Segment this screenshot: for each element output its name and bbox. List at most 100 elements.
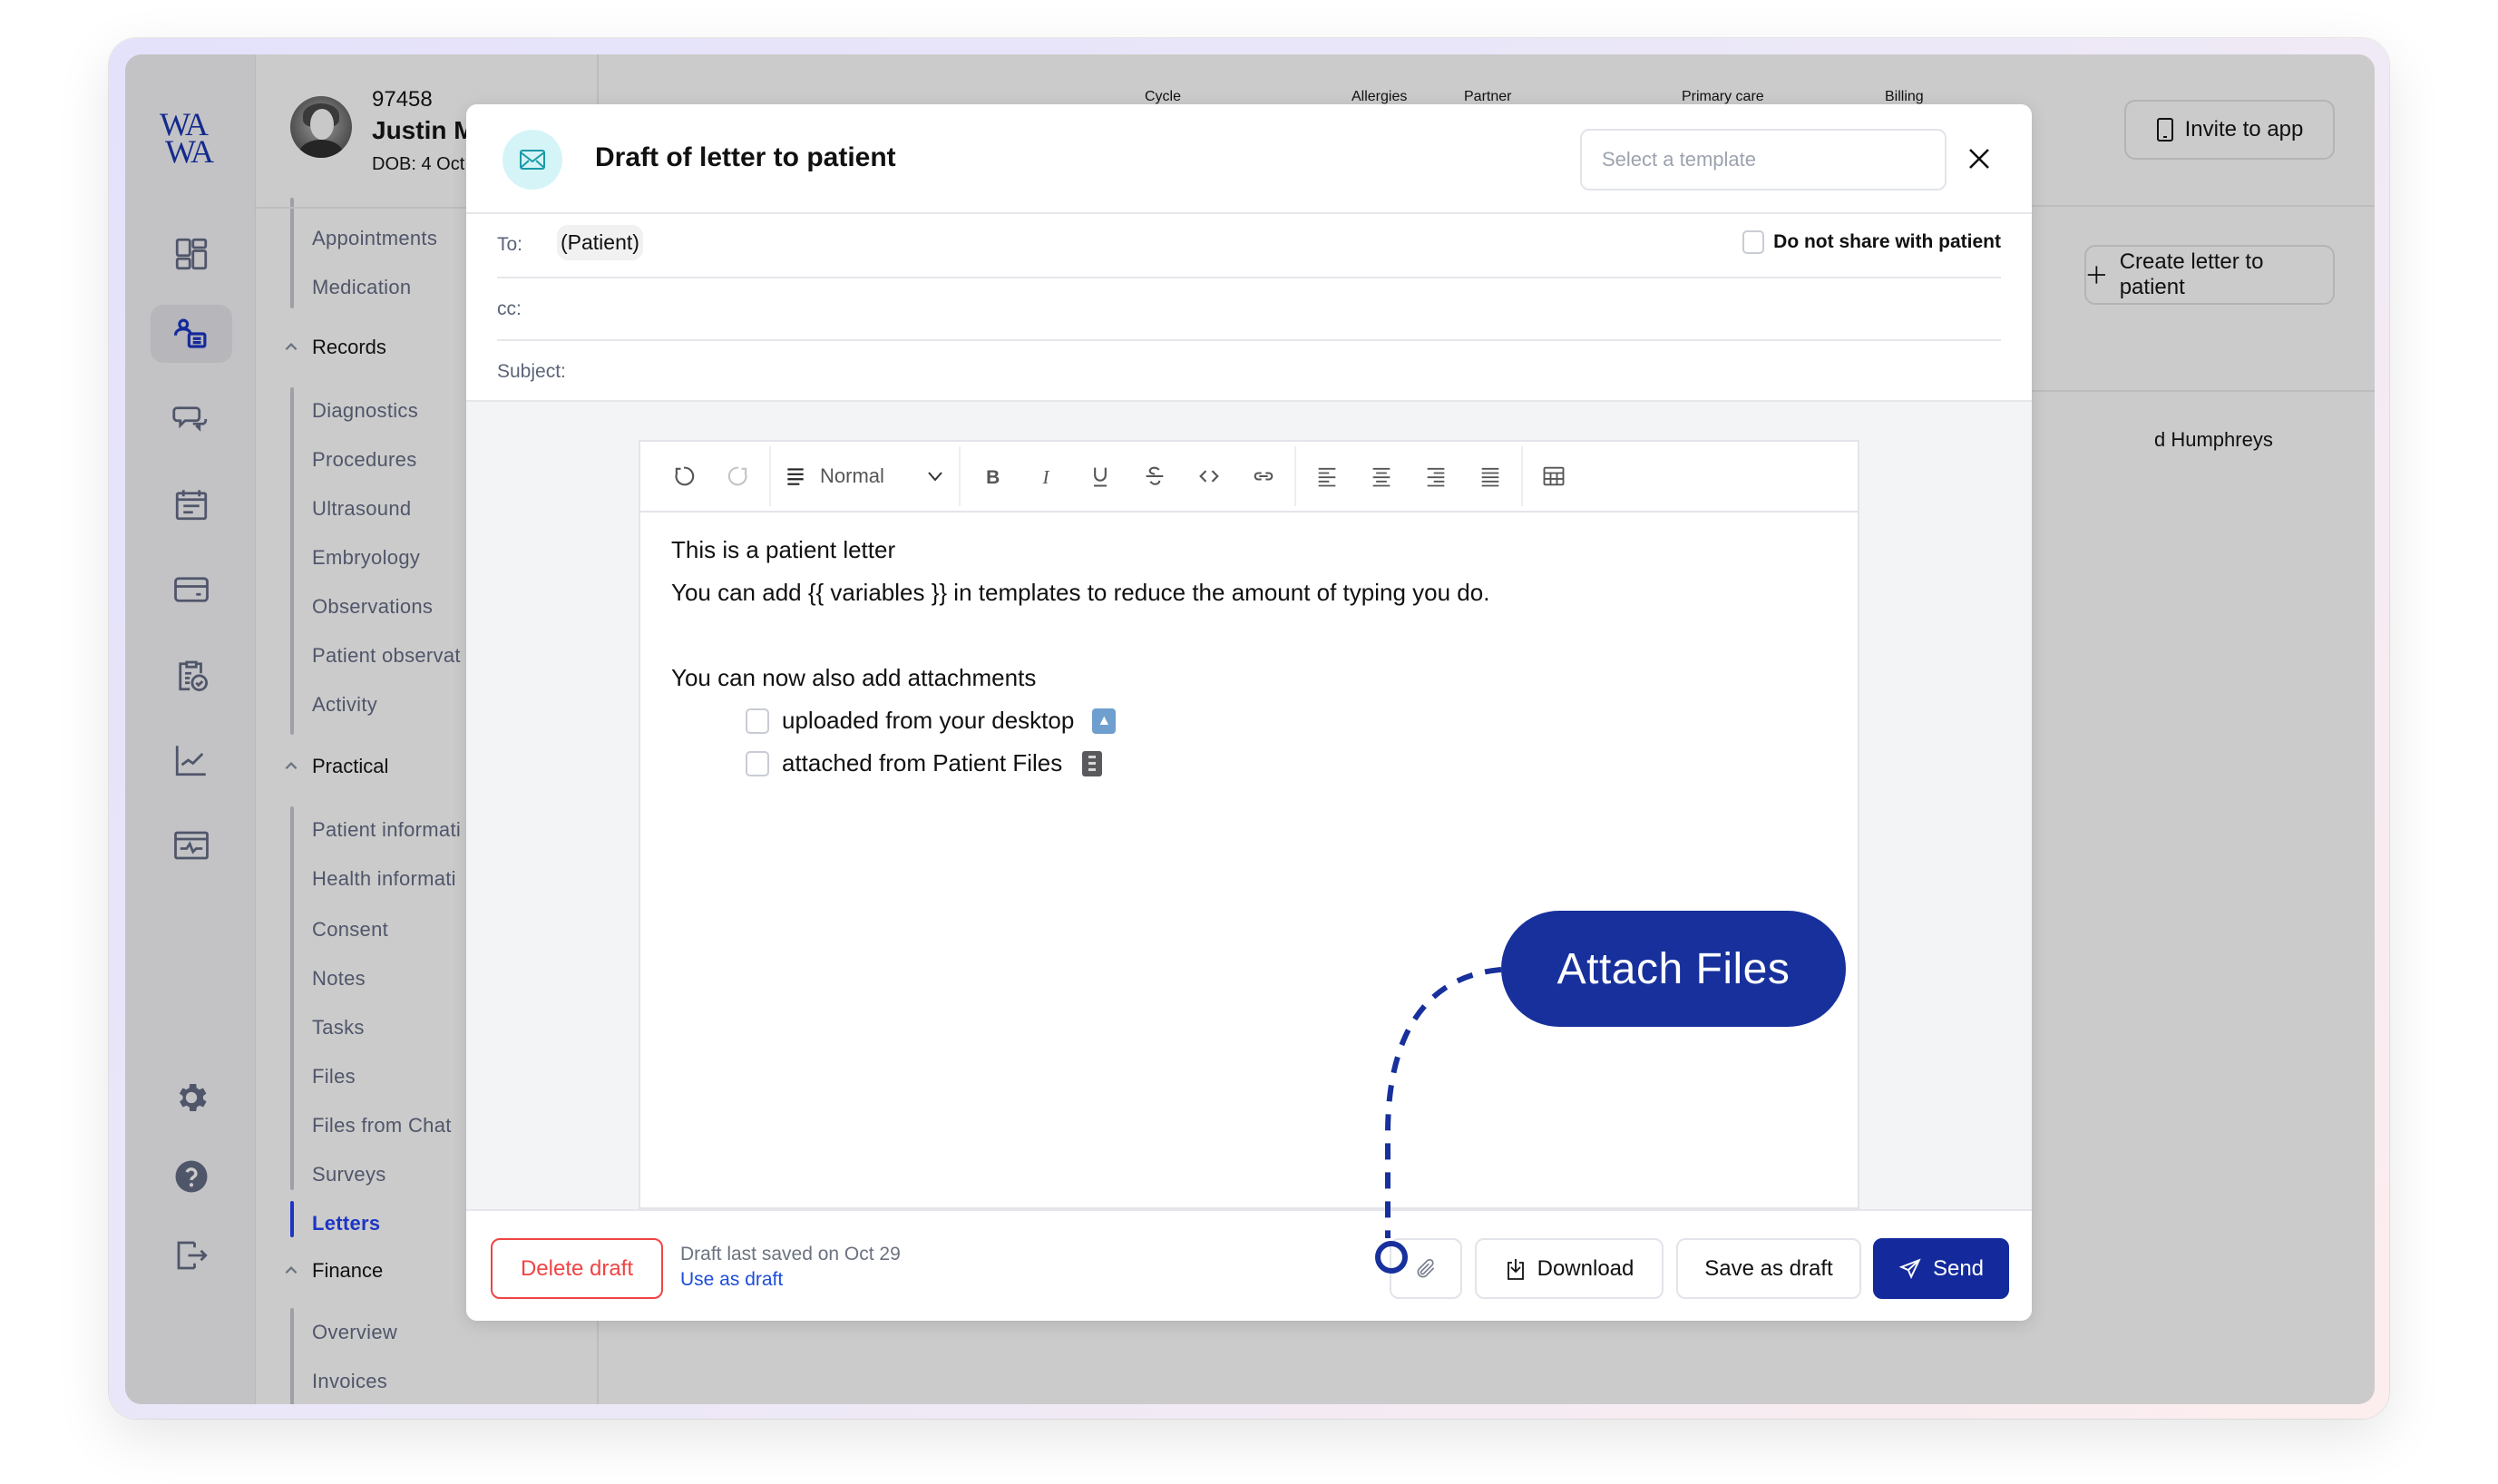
- modal-header: Draft of letter to patient Select a temp…: [466, 104, 2032, 214]
- icon-rail: WA WA: [125, 54, 256, 1404]
- rail-logout[interactable]: [151, 1226, 232, 1284]
- template-select[interactable]: Select a template: [1580, 129, 1947, 190]
- attach-files-button[interactable]: [1390, 1238, 1462, 1299]
- invite-label: Invite to app: [2184, 117, 2304, 142]
- bold-button[interactable]: B: [964, 451, 1019, 502]
- calendar-icon: [175, 490, 208, 521]
- nav-item-ultrasound[interactable]: Ultrasound: [312, 497, 411, 521]
- app-logo[interactable]: WA WA: [160, 108, 223, 170]
- link-icon: [1254, 472, 1273, 481]
- nav-item-patient-information[interactable]: Patient informati: [312, 818, 461, 842]
- table-button[interactable]: [1527, 451, 1581, 502]
- undo-icon: [675, 466, 695, 486]
- style-value: Normal: [820, 464, 884, 487]
- to-recipient-chip[interactable]: (Patient): [557, 225, 643, 260]
- redo-button[interactable]: [711, 451, 766, 502]
- nav-item-letters[interactable]: Letters: [312, 1212, 380, 1235]
- nav-item-consent[interactable]: Consent: [312, 918, 388, 942]
- cc-field[interactable]: cc:: [497, 277, 2001, 339]
- align-right-button[interactable]: [1409, 451, 1463, 502]
- header-tab-cycle[interactable]: Cycle: [1145, 89, 1181, 105]
- strikethrough-button[interactable]: [1127, 451, 1182, 502]
- to-field[interactable]: To: (Patient) Do not share with patient: [497, 214, 2001, 277]
- subject-field[interactable]: Subject:: [497, 339, 2001, 402]
- undo-button[interactable]: [657, 451, 711, 502]
- body-line: This is a patient letter: [671, 536, 896, 563]
- chevron-down-icon: [928, 472, 942, 482]
- nav-item-files-from-chat[interactable]: Files from Chat: [312, 1114, 452, 1137]
- letter-editor[interactable]: Normal B I This is a patient letter You …: [639, 440, 1859, 1209]
- table-icon: [1543, 466, 1565, 486]
- align-justify-button[interactable]: [1463, 451, 1517, 502]
- rail-help[interactable]: [151, 1147, 232, 1206]
- header-tab-allergies[interactable]: Allergies: [1351, 89, 1407, 105]
- plus-icon: [2087, 266, 2105, 284]
- nav-section-practical[interactable]: Practical: [283, 755, 388, 778]
- body-blank-line: [671, 614, 1489, 657]
- underline-button[interactable]: [1073, 451, 1127, 502]
- credit-card-icon: [174, 577, 209, 602]
- checklist-item: attached from Patient Files: [671, 742, 1489, 785]
- nav-section-records[interactable]: Records: [283, 336, 386, 359]
- code-button[interactable]: [1182, 451, 1236, 502]
- download-button[interactable]: Download: [1475, 1238, 1664, 1299]
- nav-item-health-information[interactable]: Health informati: [312, 867, 456, 891]
- rail-reports[interactable]: [151, 731, 232, 789]
- nav-item-diagnostics[interactable]: Diagnostics: [312, 399, 418, 423]
- nav-item-observations[interactable]: Observations: [312, 595, 433, 619]
- nav-item-overview[interactable]: Overview: [312, 1321, 397, 1344]
- nav-item-files[interactable]: Files: [312, 1065, 356, 1089]
- nav-item-patient-observations[interactable]: Patient observat: [312, 644, 461, 668]
- align-left-button[interactable]: [1300, 451, 1354, 502]
- rail-calendar[interactable]: [151, 475, 232, 533]
- header-tab-partner[interactable]: Partner: [1464, 89, 1511, 105]
- nav-item-procedures[interactable]: Procedures: [312, 448, 417, 472]
- create-letter-button[interactable]: Create letter to patient: [2084, 245, 2335, 305]
- send-button[interactable]: Send: [1873, 1238, 2009, 1299]
- rail-settings[interactable]: [151, 1069, 232, 1127]
- invite-to-app-button[interactable]: Invite to app: [2124, 100, 2335, 160]
- align-center-button[interactable]: [1354, 451, 1409, 502]
- do-not-share-checkbox[interactable]: [1742, 230, 1765, 254]
- underline-icon: [1093, 467, 1107, 487]
- align-justify-icon: [1481, 467, 1499, 487]
- rail-chat[interactable]: [151, 390, 232, 448]
- header-tab-primary-care[interactable]: Primary care: [1682, 89, 1764, 105]
- nav-item-appointments[interactable]: Appointments: [312, 227, 437, 250]
- header-tab-billing[interactable]: Billing: [1885, 89, 1924, 105]
- bold-icon: B: [986, 467, 1000, 488]
- rail-monitor[interactable]: [151, 816, 232, 874]
- content-divider: [2030, 390, 2375, 392]
- nav-item-embryology[interactable]: Embryology: [312, 546, 420, 570]
- envelope-icon: [520, 150, 545, 170]
- delete-draft-button[interactable]: Delete draft: [491, 1238, 663, 1299]
- nav-item-activity[interactable]: Activity: [312, 693, 377, 717]
- body-line: You can add {{ variables }} in templates…: [671, 579, 1490, 606]
- nav-group-line: [290, 198, 294, 308]
- rail-dashboard[interactable]: [151, 225, 232, 283]
- do-not-share-toggle[interactable]: Do not share with patient: [1742, 230, 2001, 254]
- svg-text:B: B: [986, 467, 1000, 488]
- use-as-draft-link[interactable]: Use as draft: [680, 1269, 783, 1291]
- close-button[interactable]: [1963, 142, 1995, 175]
- paragraph-style-select[interactable]: Normal: [775, 451, 955, 502]
- nav-item-tasks[interactable]: Tasks: [312, 1016, 365, 1040]
- nav-item-invoices[interactable]: Invoices: [312, 1370, 387, 1393]
- rail-tasks[interactable]: [151, 646, 232, 704]
- letter-list-item[interactable]: d Humphreys: [2030, 428, 2273, 452]
- rail-patient-records[interactable]: [151, 305, 232, 363]
- letter-body[interactable]: This is a patient letter You can add {{ …: [671, 529, 1489, 785]
- italic-button[interactable]: I: [1019, 451, 1073, 502]
- nav-item-surveys[interactable]: Surveys: [312, 1163, 386, 1186]
- rail-billing[interactable]: [151, 561, 232, 619]
- nav-item-notes[interactable]: Notes: [312, 967, 366, 991]
- link-button[interactable]: [1236, 451, 1291, 502]
- save-as-draft-button[interactable]: Save as draft: [1676, 1238, 1861, 1299]
- monitor-activity-icon: [174, 831, 209, 860]
- checklist-checkbox[interactable]: [746, 708, 769, 734]
- nav-section-finance[interactable]: Finance: [283, 1259, 383, 1283]
- logo-line-2: WA: [165, 133, 214, 170]
- checklist-checkbox[interactable]: [746, 750, 769, 776]
- help-icon: [175, 1160, 208, 1193]
- nav-item-medication[interactable]: Medication: [312, 276, 411, 299]
